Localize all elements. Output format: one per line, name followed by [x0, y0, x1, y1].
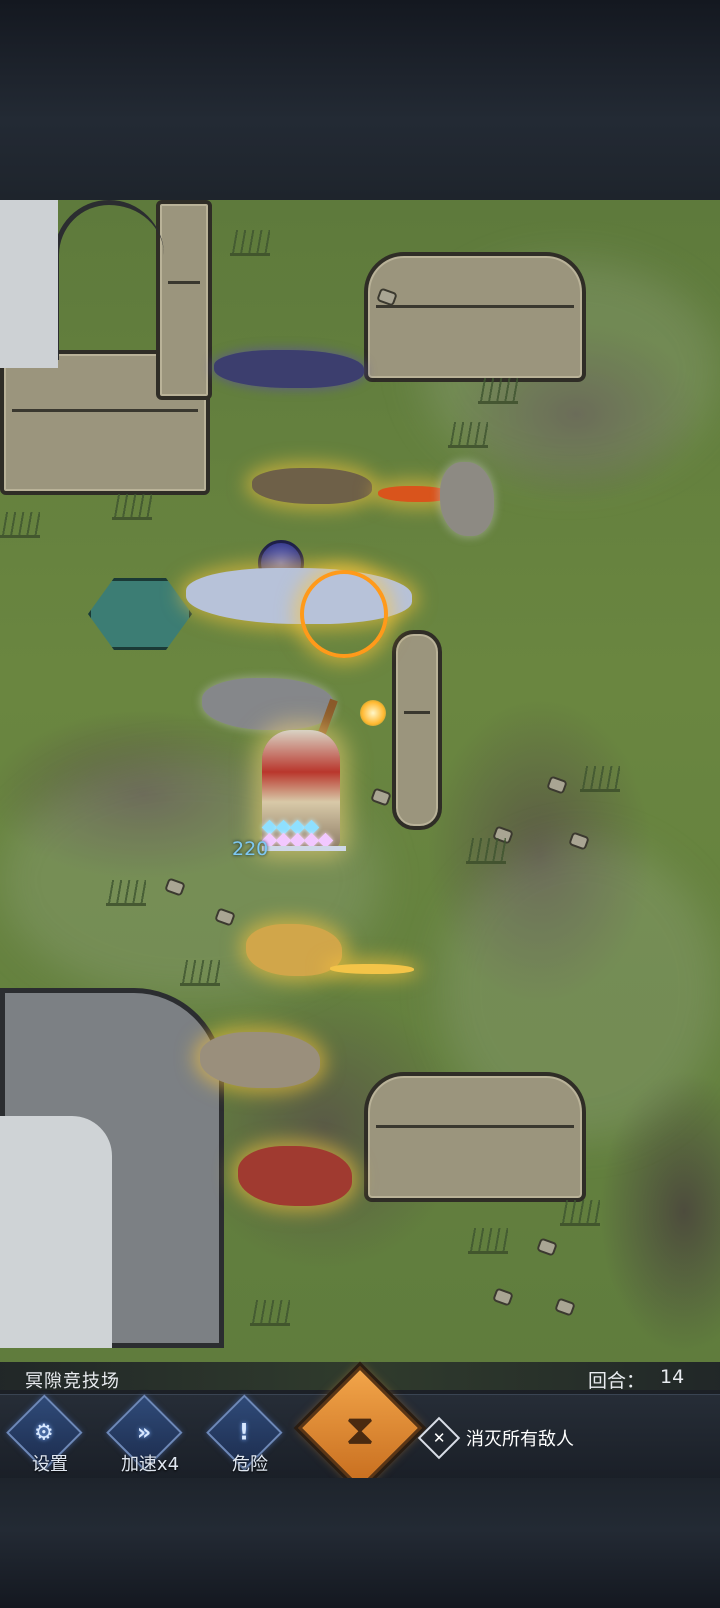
fallen-unit-armored — [252, 468, 372, 504]
grass-tuft — [112, 494, 152, 520]
grass-tuft — [448, 422, 488, 448]
grass-tuft — [478, 378, 518, 404]
grass-tuft — [230, 230, 270, 256]
grass-tuft — [466, 838, 506, 864]
ruined-pillar-top — [156, 200, 212, 400]
rubble-pile-bottom — [364, 1072, 586, 1202]
objective-text: 消灭所有敌人 — [466, 1429, 574, 1450]
pebble — [492, 1287, 514, 1307]
pebble — [546, 775, 568, 795]
energy-pips — [261, 819, 334, 849]
grass-tuft — [580, 766, 620, 792]
bottom-letterbox — [0, 1478, 720, 1608]
wall-opening — [0, 200, 58, 368]
fallen-unit-beast[interactable] — [200, 1032, 320, 1088]
danger-button[interactable]: ! 危险 — [206, 1394, 292, 1476]
fallen-unit-red[interactable] — [238, 1146, 352, 1206]
thorn-creature[interactable] — [440, 462, 494, 536]
arch-opening — [0, 1116, 112, 1348]
grass-tuft — [0, 512, 40, 538]
pebble — [536, 1237, 558, 1257]
settings-button[interactable]: ⚙ 设置 — [6, 1394, 92, 1476]
crossed-swords-icon: ✕ — [432, 1428, 446, 1447]
hero-hp-value: 220 — [232, 838, 269, 860]
rubble-pile-top — [364, 252, 586, 382]
speed-button[interactable]: » 加速x4 — [106, 1394, 192, 1476]
settings-label: 设置 — [32, 1454, 68, 1475]
battlefield — [0, 200, 720, 1390]
arena-name: 冥隙竞技场 — [25, 1371, 120, 1392]
staff-orb-icon — [360, 700, 386, 726]
pebble — [370, 787, 392, 807]
fallen-unit-golden[interactable] — [246, 924, 342, 976]
golden-sword-effect — [330, 964, 414, 974]
fire-ring-effect — [300, 570, 388, 658]
fallen-unit-purple — [214, 350, 364, 388]
grass-tuft — [106, 880, 146, 906]
objective: ✕ 消灭所有敌人 — [417, 1416, 574, 1460]
exclamation-icon: ! — [239, 1420, 250, 1446]
danger-label: 危险 — [232, 1454, 268, 1475]
pebble — [554, 1297, 576, 1317]
hero-hp-bar — [262, 846, 346, 851]
hourglass-icon: ⧗ — [345, 1405, 375, 1454]
fast-forward-icon: » — [137, 1420, 152, 1446]
speed-label: 加速x4 — [120, 1454, 180, 1475]
grass-tuft — [180, 960, 220, 986]
teal-glyph-shield-icon — [88, 578, 192, 650]
grass-tuft — [560, 1200, 600, 1226]
gear-icon: ⚙ — [34, 1420, 55, 1446]
stone-pillar-mid — [392, 630, 442, 830]
round-label: 回合： — [588, 1370, 646, 1392]
top-letterbox — [0, 0, 720, 200]
grass-tuft — [250, 1300, 290, 1326]
stone-arch-top — [54, 200, 164, 360]
grass-tuft — [468, 1228, 508, 1254]
fallen-unit-winged[interactable] — [202, 678, 334, 730]
objective-icon-frame: ✕ — [417, 1416, 461, 1460]
round-counter: 14 — [660, 1366, 685, 1388]
